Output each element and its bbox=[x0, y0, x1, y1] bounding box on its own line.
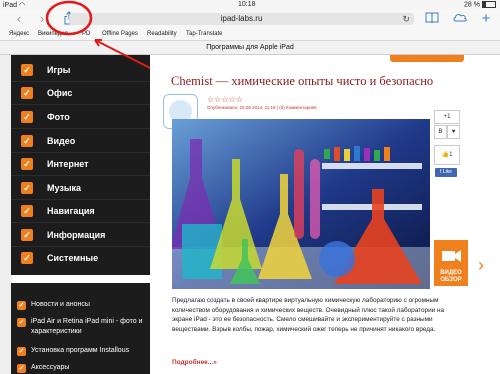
menu-item-navigation[interactable]: ✓ Навигация bbox=[11, 200, 150, 223]
bookmarks-button[interactable] bbox=[424, 11, 440, 27]
checkmark-icon: ✓ bbox=[21, 205, 33, 217]
checkmark-icon: ✓ bbox=[21, 182, 33, 194]
menu-item-label: Навигация bbox=[47, 206, 95, 216]
checkmark-icon: ✓ bbox=[21, 229, 33, 241]
video-badge-label: ВИДЕО ОБЗОР bbox=[440, 270, 462, 283]
news-item-label: Новости и анонсы bbox=[31, 301, 90, 308]
battery-status: 28 % bbox=[464, 1, 496, 8]
checkmark-icon: ✓ bbox=[17, 364, 26, 373]
checkmark-icon: ✓ bbox=[17, 301, 26, 310]
menu-item-system[interactable]: ✓ Системные bbox=[11, 247, 150, 269]
article-photo bbox=[172, 119, 430, 289]
menu-item-label: Видео bbox=[47, 136, 76, 146]
menu-item-label: Офис bbox=[47, 88, 73, 98]
menu-item-label: Музыка bbox=[47, 183, 82, 193]
video-camera-icon bbox=[442, 250, 461, 262]
book-icon bbox=[425, 12, 439, 24]
menu-item-label: Фото bbox=[47, 112, 70, 122]
like-count-box[interactable]: 👍1 bbox=[434, 145, 460, 165]
menu-item-internet[interactable]: ✓ Интернет bbox=[11, 153, 150, 176]
bookmarks-bar: Яндекс Википедия PD Offline Pages Readab… bbox=[0, 28, 500, 41]
device-label: iPad ◠ bbox=[3, 2, 26, 9]
status-bar: iPad ◠ 10:18 28 % bbox=[0, 0, 500, 10]
address-bar[interactable]: ipad-labs.ru ↻ bbox=[69, 13, 414, 25]
checkmark-icon: ✓ bbox=[17, 347, 26, 356]
video-review-badge[interactable]: ВИДЕО ОБЗОР bbox=[434, 240, 468, 286]
menu-item-label: Информация bbox=[47, 230, 106, 240]
category-menu: ✓ Игры ✓ Офис ✓ Фото ✓ Видео ✓ Интернет … bbox=[11, 55, 150, 275]
bookmark-item[interactable]: Яндекс bbox=[9, 29, 29, 39]
news-item-label: Установка программ Installous bbox=[31, 347, 130, 354]
checkmark-icon: ✓ bbox=[21, 252, 33, 264]
checkmark-icon: ✓ bbox=[21, 111, 33, 123]
tab-title-bar: Программы для Apple iPad bbox=[0, 41, 500, 55]
menu-item-label: Интернет bbox=[47, 159, 89, 169]
plus-icon: + bbox=[481, 10, 491, 27]
bookmark-item[interactable]: PD bbox=[82, 29, 90, 39]
checkmark-icon: ✓ bbox=[17, 318, 26, 327]
news-item-label: iPad Air и Retina iPad mini - фото и хар… bbox=[31, 318, 143, 335]
checkmark-icon: ✓ bbox=[21, 87, 33, 99]
bookmark-item[interactable]: Offline Pages bbox=[102, 29, 138, 39]
new-tab-button[interactable]: + bbox=[478, 11, 494, 27]
menu-item-photo[interactable]: ✓ Фото bbox=[11, 106, 150, 129]
rating-stars[interactable]: ☆☆☆☆☆ bbox=[207, 95, 243, 104]
menu-item-label: Игры bbox=[47, 65, 71, 75]
cloud-icon bbox=[453, 14, 467, 22]
menu-item-music[interactable]: ✓ Музыка bbox=[11, 177, 150, 200]
menu-item-games[interactable]: ✓ Игры bbox=[11, 59, 150, 82]
checkmark-icon: ✓ bbox=[21, 158, 33, 170]
web-page: ✓ Игры ✓ Офис ✓ Фото ✓ Видео ✓ Интернет … bbox=[0, 55, 500, 374]
article-title[interactable]: Chemist — химические опыты чисто и безоп… bbox=[171, 74, 433, 89]
back-button[interactable]: ‹ bbox=[11, 11, 27, 27]
read-more-link[interactable]: Подробнее...» bbox=[172, 359, 217, 366]
bookmark-item[interactable]: Readability bbox=[147, 29, 177, 39]
checkmark-icon: ✓ bbox=[21, 135, 33, 147]
page-title: Программы для Apple iPad bbox=[206, 44, 294, 51]
browser-toolbar: ‹ › ipad-labs.ru ↻ + bbox=[0, 10, 500, 28]
next-article-arrow[interactable]: › bbox=[478, 255, 484, 276]
share-count-button[interactable]: ♥ bbox=[447, 125, 460, 139]
article-meta: Опубликовано: 25.08.2014, 11:19 | (0) Ко… bbox=[207, 105, 317, 110]
bookmark-item[interactable]: Википедия bbox=[38, 29, 68, 39]
forward-button[interactable]: › bbox=[34, 11, 50, 27]
news-item-label: Аксессуары bbox=[31, 364, 70, 371]
url-text: ipad-labs.ru bbox=[220, 14, 263, 23]
vk-button[interactable]: В bbox=[434, 125, 447, 139]
facebook-like-button[interactable]: f Like bbox=[435, 168, 457, 177]
menu-item-information[interactable]: ✓ Информация bbox=[11, 224, 150, 247]
bookmark-item[interactable]: Tap-Translate bbox=[186, 29, 222, 39]
checkmark-icon: ✓ bbox=[21, 64, 33, 76]
menu-item-office[interactable]: ✓ Офис bbox=[11, 82, 150, 105]
status-time: 10:18 bbox=[238, 1, 256, 8]
wifi-icon: ◠ bbox=[18, 2, 26, 9]
google-plus-button[interactable]: +1 bbox=[434, 110, 460, 124]
thumbs-up-icon: 👍 bbox=[441, 152, 450, 158]
icloud-tabs-button[interactable] bbox=[452, 11, 468, 27]
lab-glassware-image bbox=[172, 119, 430, 289]
battery-icon bbox=[482, 1, 496, 8]
menu-item-video[interactable]: ✓ Видео bbox=[11, 130, 150, 153]
menu-item-label: Системные bbox=[47, 253, 99, 263]
top-banner[interactable] bbox=[390, 55, 464, 62]
reload-icon[interactable]: ↻ bbox=[402, 13, 410, 25]
news-menu: ✓ Новости и анонсы ✓ iPad Air и Retina i… bbox=[11, 283, 150, 374]
article-body: Предлагаю создать в своей квартире вирту… bbox=[172, 297, 445, 333]
